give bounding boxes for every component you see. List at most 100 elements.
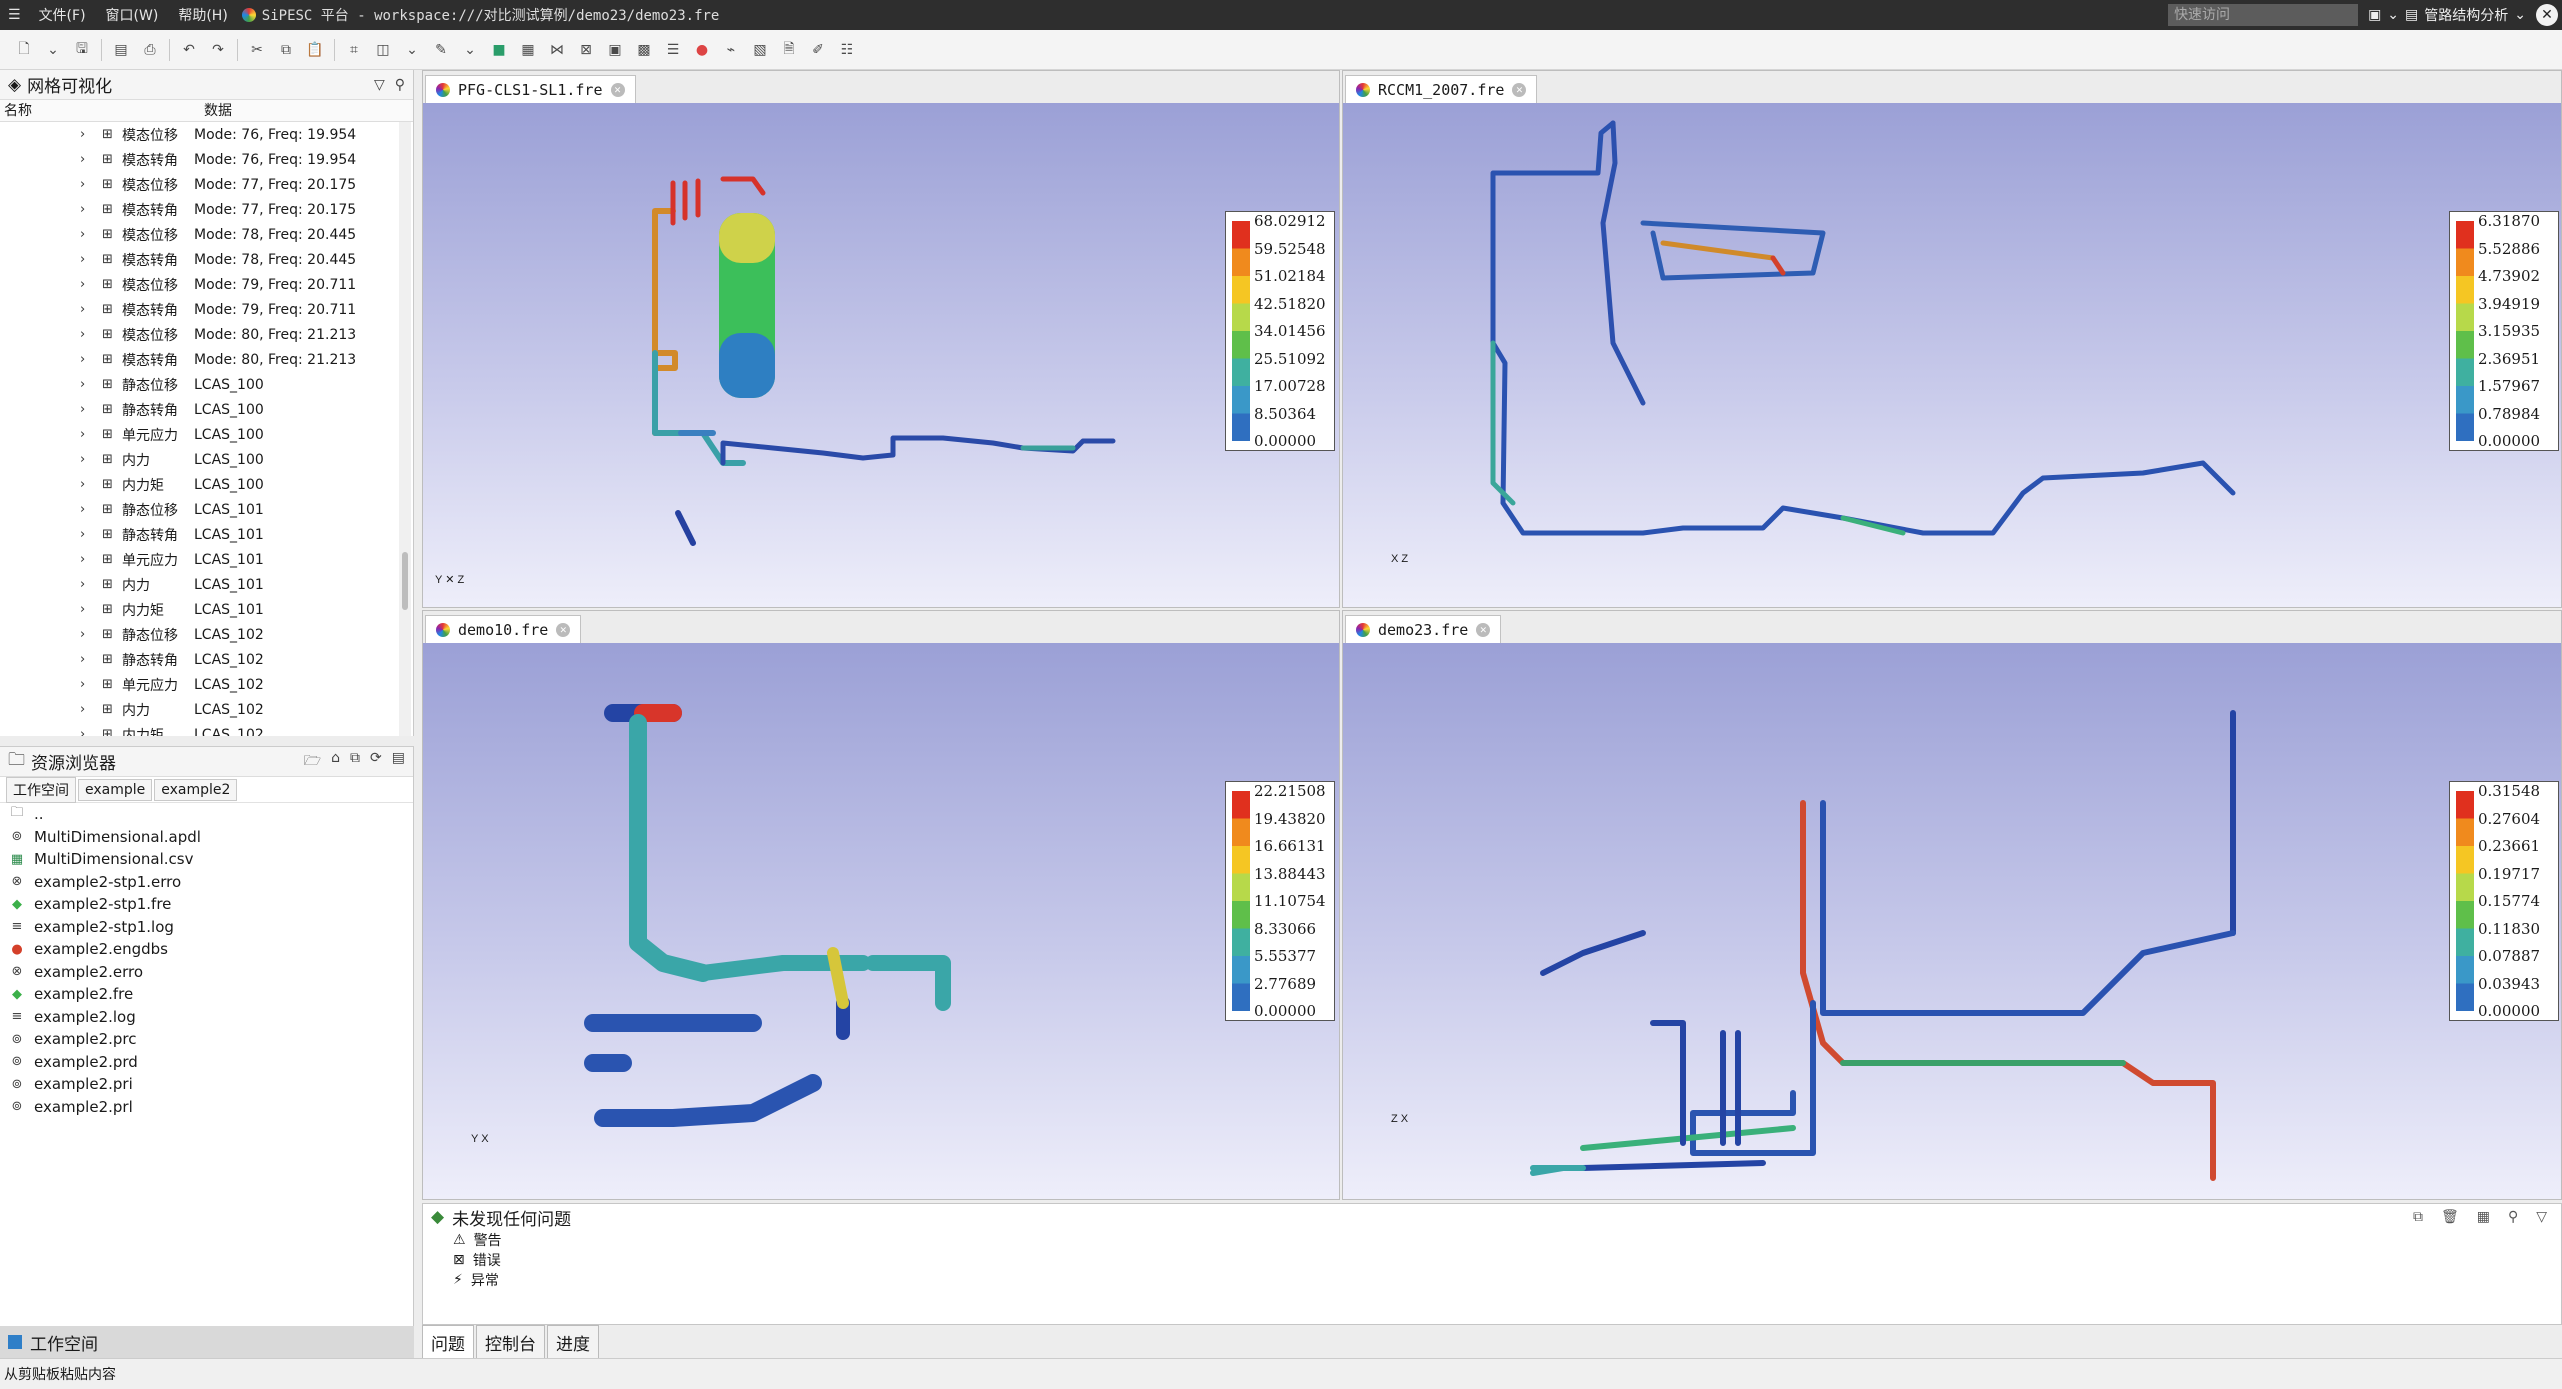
save-icon[interactable]: 🖫 — [72, 40, 92, 60]
tree-row[interactable]: › ⊞ 模态位移 Mode: 80, Freq: 21.213 — [0, 322, 413, 347]
measure-icon[interactable]: ✐ — [808, 40, 828, 60]
close-icon[interactable]: ✕ — [1476, 622, 1491, 637]
chevron-right-icon[interactable]: › — [80, 552, 94, 567]
render-canvas[interactable]: 68.02912 59.52548 51.02184 42.51820 34.01456… — [423, 103, 1339, 607]
tree-row[interactable]: › ⊞ 单元应力 LCAS_102 — [0, 672, 413, 697]
undo-icon[interactable]: ↶ — [179, 40, 199, 60]
paste-icon[interactable]: 📋 — [305, 40, 325, 60]
chevron-right-icon[interactable]: › — [80, 652, 94, 667]
tree-row[interactable]: › ⊞ 内力 LCAS_101 — [0, 572, 413, 597]
report-icon[interactable]: 🗎 — [779, 40, 799, 60]
tree-row[interactable]: › ⊞ 内力 LCAS_102 — [0, 697, 413, 722]
file-item[interactable]: ⊚ example2.pri — [0, 1073, 413, 1096]
filter-icon[interactable]: ▽ — [2536, 1209, 2547, 1225]
render-canvas[interactable]: 0.31548 0.27604 0.23661 0.19717 0.15774 0.118… — [1343, 643, 2561, 1199]
new-file-icon[interactable]: 🗋 — [14, 40, 34, 60]
tree-row[interactable]: › ⊞ 静态位移 LCAS_101 — [0, 497, 413, 522]
problem-category-exception[interactable]: ⚡ 异常 — [423, 1270, 2561, 1290]
tab-progress[interactable]: 进度 — [547, 1324, 599, 1360]
scroll-thumb[interactable] — [402, 552, 408, 610]
open-folder-icon[interactable]: 🗁 — [304, 750, 321, 774]
chevron-down-icon[interactable]: ⌄ — [43, 40, 63, 60]
settings-list-icon[interactable]: ☷ — [837, 40, 857, 60]
tree-scrollbar[interactable] — [399, 122, 411, 736]
tab-demo23[interactable]: demo23.fre ✕ — [1345, 615, 1502, 643]
breadcrumb-workspace[interactable]: 工作空间 — [6, 776, 76, 803]
tab-rccm[interactable]: RCCM1_2007.fre ✕ — [1345, 75, 1538, 103]
fit-view-icon[interactable]: ⌗ — [344, 40, 364, 60]
redo-icon[interactable]: ↷ — [208, 40, 228, 60]
tab-pfg[interactable]: PFG-CLS1-SL1.fre ✕ — [425, 75, 636, 103]
open-perspective-icon[interactable]: ▣ — [2368, 7, 2381, 23]
column-name[interactable]: 名称 — [0, 100, 200, 121]
render-canvas[interactable]: 22.21508 19.43820 16.66131 13.88443 11.10754… — [423, 643, 1339, 1199]
shrink-icon[interactable]: ⊠ — [576, 40, 596, 60]
tree-row[interactable]: › ⊞ 单元应力 LCAS_100 — [0, 422, 413, 447]
chevron-right-icon[interactable]: › — [80, 502, 94, 517]
tree-row[interactable]: › ⊞ 模态转角 Mode: 79, Freq: 20.711 — [0, 297, 413, 322]
chevron-right-icon[interactable]: › — [80, 727, 94, 736]
color-map-icon[interactable]: ● — [692, 40, 712, 60]
file-item[interactable]: ⊚ example2.prd — [0, 1051, 413, 1074]
save-all-icon[interactable]: ▤ — [111, 40, 131, 60]
copy-path-icon[interactable]: ⧉ — [350, 750, 360, 774]
chevron-right-icon[interactable]: › — [80, 452, 94, 467]
chevron-down-icon[interactable]: ⌄ — [2387, 7, 2399, 23]
chevron-right-icon[interactable]: › — [80, 427, 94, 442]
tree-row[interactable]: › ⊞ 模态转角 Mode: 76, Freq: 19.954 — [0, 147, 413, 172]
tree-row[interactable]: › ⊞ 模态位移 Mode: 76, Freq: 19.954 — [0, 122, 413, 147]
problem-category-error[interactable]: ⊠ 错误 — [423, 1250, 2561, 1270]
chevron-right-icon[interactable]: › — [80, 277, 94, 292]
home-icon[interactable]: ⌂ — [331, 750, 340, 774]
clear-icon[interactable]: ▦ — [2477, 1209, 2490, 1225]
chevron-right-icon[interactable]: › — [80, 377, 94, 392]
chevron-right-icon[interactable]: › — [80, 627, 94, 642]
file-item[interactable]: ⊗ example2.erro — [0, 961, 413, 984]
chevron-right-icon[interactable]: › — [80, 302, 94, 317]
close-icon[interactable]: ✕ — [610, 82, 625, 97]
tree-row[interactable]: › ⊞ 模态位移 Mode: 78, Freq: 20.445 — [0, 222, 413, 247]
chevron-right-icon[interactable]: › — [80, 527, 94, 542]
file-item[interactable]: 🗀.. — [0, 803, 413, 826]
refresh-icon[interactable]: ⟳ — [370, 750, 382, 774]
file-item[interactable]: ⊗ example2-stp1.erro — [0, 871, 413, 894]
render-canvas[interactable]: 6.31870 5.52886 4.73902 3.94919 3.15935 2.369… — [1343, 103, 2561, 607]
file-item[interactable]: ◆ example2-stp1.fre — [0, 893, 413, 916]
chevron-right-icon[interactable]: › — [80, 477, 94, 492]
copy-icon[interactable]: ⧉ — [2413, 1209, 2423, 1225]
breadcrumb-example[interactable]: example — [78, 778, 153, 801]
menu-file[interactable]: 文件(F) — [29, 5, 96, 25]
file-item[interactable]: ⊚ example2.prc — [0, 1028, 413, 1051]
chevron-right-icon[interactable]: › — [80, 252, 94, 267]
tree-row[interactable]: › ⊞ 静态转角 LCAS_100 — [0, 397, 413, 422]
quick-access-input[interactable]: 快速访问 — [2168, 4, 2359, 26]
tree-row[interactable]: › ⊞ 模态位移 Mode: 79, Freq: 20.711 — [0, 272, 413, 297]
workspace-tab[interactable]: 工作空间 — [0, 1326, 414, 1358]
chevron-right-icon[interactable]: › — [80, 677, 94, 692]
column-data[interactable]: 数据 — [200, 100, 232, 121]
tree-row[interactable]: › ⊞ 单元应力 LCAS_101 — [0, 547, 413, 572]
chevron-right-icon[interactable]: › — [80, 227, 94, 242]
file-item[interactable]: ≡ example2-stp1.log — [0, 916, 413, 939]
wireframe-icon[interactable]: ▦ — [518, 40, 538, 60]
file-item[interactable]: ◆ example2.fre — [0, 983, 413, 1006]
close-icon[interactable]: ✕ — [2536, 4, 2558, 26]
cut-icon[interactable]: ✂ — [247, 40, 267, 60]
tree-row[interactable]: › ⊞ 模态转角 Mode: 78, Freq: 20.445 — [0, 247, 413, 272]
file-item[interactable]: ⊚ example2.prl — [0, 1096, 413, 1119]
copy-icon[interactable]: ⧉ — [276, 40, 296, 60]
tree-row[interactable]: › ⊞ 内力 LCAS_100 — [0, 447, 413, 472]
tree-row[interactable]: › ⊞ 静态位移 LCAS_100 — [0, 372, 413, 397]
tab-demo10[interactable]: demo10.fre ✕ — [425, 615, 582, 643]
tree-row[interactable]: › ⊞ 模态转角 Mode: 77, Freq: 20.175 — [0, 197, 413, 222]
chevron-right-icon[interactable]: › — [80, 602, 94, 617]
file-item[interactable]: ▦ MultiDimensional.csv — [0, 848, 413, 871]
tree-row[interactable]: › ⊞ 静态转角 LCAS_102 — [0, 647, 413, 672]
chevron-right-icon[interactable]: › — [80, 327, 94, 342]
breadcrumb-example2[interactable]: example2 — [154, 778, 238, 801]
menu-window[interactable]: 窗口(W) — [96, 5, 169, 25]
tree-row[interactable]: › ⊞ 模态转角 Mode: 80, Freq: 21.213 — [0, 347, 413, 372]
tab-console[interactable]: 控制台 — [476, 1324, 545, 1360]
surface-icon[interactable]: ■ — [489, 40, 509, 60]
tree-row[interactable]: › ⊞ 内力矩 LCAS_100 — [0, 472, 413, 497]
